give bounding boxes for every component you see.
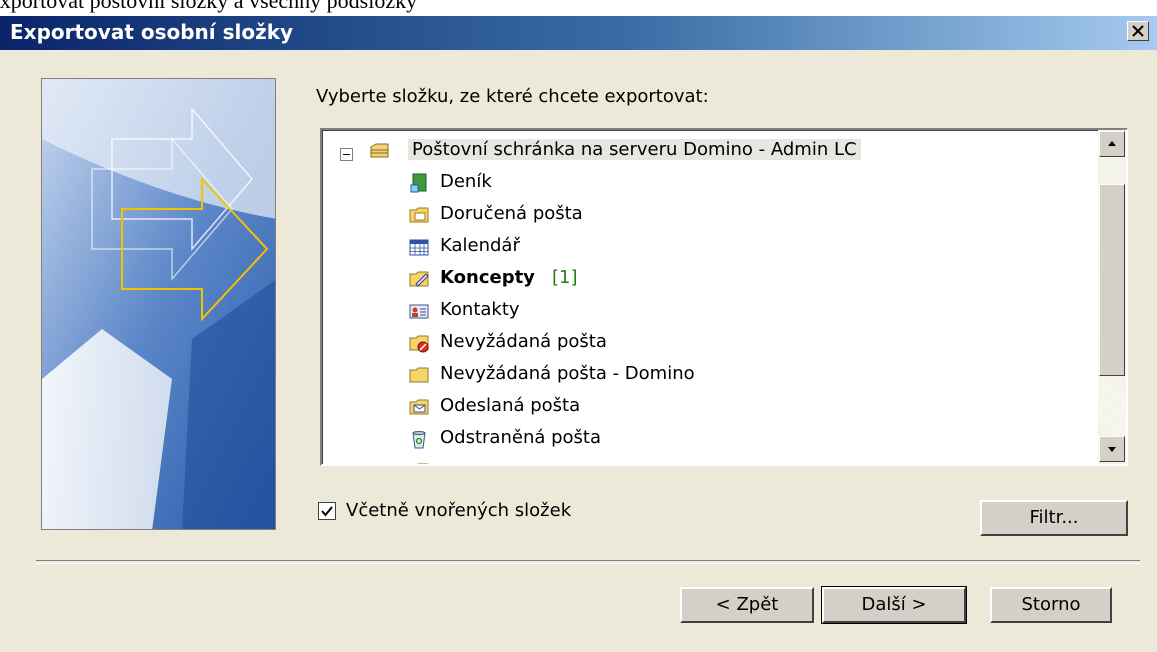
include-subfolders-label: Včetně vnořených složek bbox=[346, 500, 572, 521]
drafts-icon bbox=[409, 271, 429, 287]
folder-prompt: Vyberte složku, ze které chcete exportov… bbox=[316, 86, 709, 107]
arrow-down-icon bbox=[1108, 447, 1116, 452]
unread-count: [1] bbox=[552, 267, 578, 288]
vertical-scrollbar[interactable] bbox=[1098, 130, 1126, 464]
arrow-up-icon bbox=[1108, 141, 1116, 146]
folder-icon bbox=[417, 463, 429, 464]
checkmark-icon bbox=[321, 506, 333, 517]
background-text-strip: exportovat poštovní složky a všechny pod… bbox=[0, 0, 1157, 16]
collapse-toggle[interactable] bbox=[340, 148, 353, 161]
mailbox-icon bbox=[370, 143, 389, 158]
filter-button[interactable]: Filtr... bbox=[980, 500, 1128, 536]
title-bar: Exportovat osobní složky bbox=[0, 16, 1157, 50]
calendar-icon bbox=[409, 239, 429, 256]
scroll-thumb[interactable] bbox=[1099, 184, 1125, 376]
junk-mail-icon bbox=[409, 335, 429, 353]
back-button[interactable]: < Zpět bbox=[680, 587, 814, 623]
folder-tree[interactable]: Poštovní schránka na serveru Domino - Ad… bbox=[320, 128, 1128, 466]
folder-icon bbox=[409, 367, 429, 383]
window-title: Exportovat osobní složky bbox=[10, 20, 294, 44]
scroll-up-button[interactable] bbox=[1099, 131, 1125, 157]
deleted-items-icon bbox=[412, 431, 426, 449]
next-button[interactable]: Další > bbox=[821, 586, 967, 624]
inbox-icon bbox=[409, 207, 429, 223]
close-button[interactable] bbox=[1127, 21, 1149, 41]
scroll-down-button[interactable] bbox=[1099, 436, 1125, 462]
include-subfolders-checkbox[interactable] bbox=[318, 502, 336, 520]
journal-icon bbox=[410, 173, 427, 193]
sent-mail-icon bbox=[409, 399, 429, 415]
cancel-button[interactable]: Storno bbox=[990, 587, 1112, 623]
separator bbox=[36, 560, 1140, 564]
wizard-graphic bbox=[41, 78, 276, 530]
tree-root-label: Poštovní schránka na serveru Domino - Ad… bbox=[408, 139, 861, 160]
close-icon bbox=[1132, 25, 1144, 37]
contacts-icon bbox=[409, 304, 429, 319]
